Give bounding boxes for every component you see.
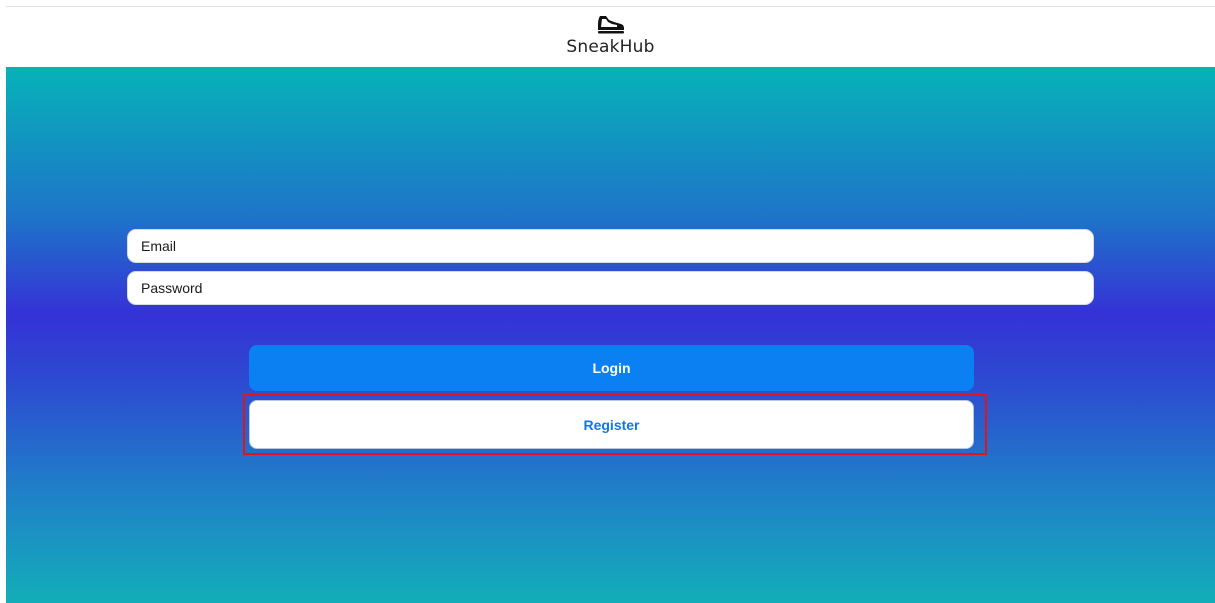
login-hero: Login Register bbox=[6, 67, 1215, 603]
email-input[interactable] bbox=[127, 229, 1094, 263]
register-button[interactable]: Register bbox=[249, 400, 974, 449]
login-button[interactable]: Login bbox=[249, 345, 974, 391]
password-input[interactable] bbox=[127, 271, 1094, 305]
sneaker-icon bbox=[597, 16, 624, 34]
site-header: SneakHub bbox=[6, 7, 1215, 67]
brand-name: SneakHub bbox=[566, 37, 655, 57]
